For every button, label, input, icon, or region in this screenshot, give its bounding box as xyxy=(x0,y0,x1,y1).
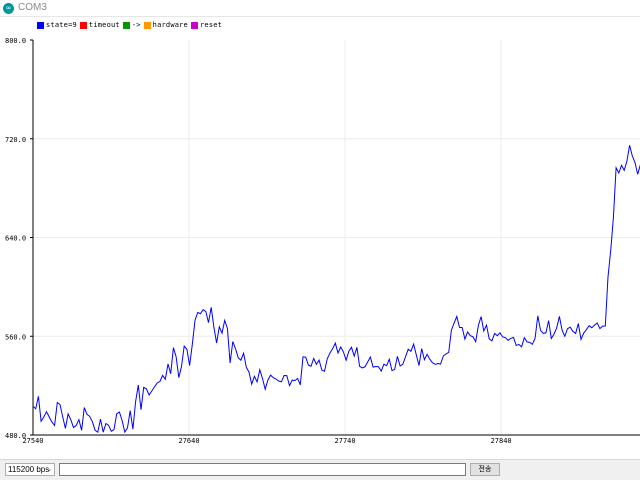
legend-swatch xyxy=(79,21,87,29)
legend-item: state=9 xyxy=(37,21,77,29)
x-tick-label: 27540 xyxy=(22,437,43,445)
legend-item: timeout xyxy=(79,21,120,29)
x-tick-label: 27840 xyxy=(491,437,512,445)
window-title: COM3 xyxy=(18,2,47,13)
legend-label: reset xyxy=(199,21,223,29)
legend-swatch xyxy=(37,21,44,29)
serial-plotter-chart: 800.0720.0640.0560.0480.027540 27640 27740… xyxy=(5,37,640,445)
legend-swatch xyxy=(122,21,130,29)
baud-rate-select[interactable]: 115200 bps ⌄ xyxy=(5,463,55,476)
legend-item: reset xyxy=(190,21,223,29)
chevron-down-icon: ⌄ xyxy=(46,466,52,473)
legend-label: hardware xyxy=(152,21,188,29)
title-bar: ∞ COM3 xyxy=(0,0,640,17)
x-tick-label: 27740 xyxy=(335,437,356,445)
legend: state=9 timeout -> hardware reset xyxy=(37,20,225,30)
legend-label: -> xyxy=(131,21,141,29)
send-button[interactable]: 전송 xyxy=(470,463,500,476)
send-input[interactable] xyxy=(59,463,466,476)
legend-item: -> xyxy=(122,21,141,29)
y-tick-label: 720.0 xyxy=(5,136,26,144)
y-tick-label: 560.0 xyxy=(5,333,26,341)
bottom-toolbar: 115200 bps ⌄ 전송 xyxy=(0,459,640,480)
x-tick-label: 27640 xyxy=(179,437,200,445)
legend-item: hardware xyxy=(143,21,188,29)
y-tick-label: 800.0 xyxy=(5,37,26,45)
grid-lines xyxy=(32,40,640,435)
legend-label: state=9 xyxy=(46,21,77,29)
legend-label: timeout xyxy=(88,21,120,29)
arduino-icon: ∞ xyxy=(3,3,14,14)
series-line xyxy=(32,145,640,434)
axis-ticks: 800.0720.0640.0560.0480.027540 27640 27740… xyxy=(5,37,512,445)
legend-swatch xyxy=(190,21,198,29)
baud-rate-value: 115200 bps xyxy=(8,465,50,474)
legend-swatch xyxy=(143,21,151,29)
y-tick-label: 640.0 xyxy=(5,235,26,243)
